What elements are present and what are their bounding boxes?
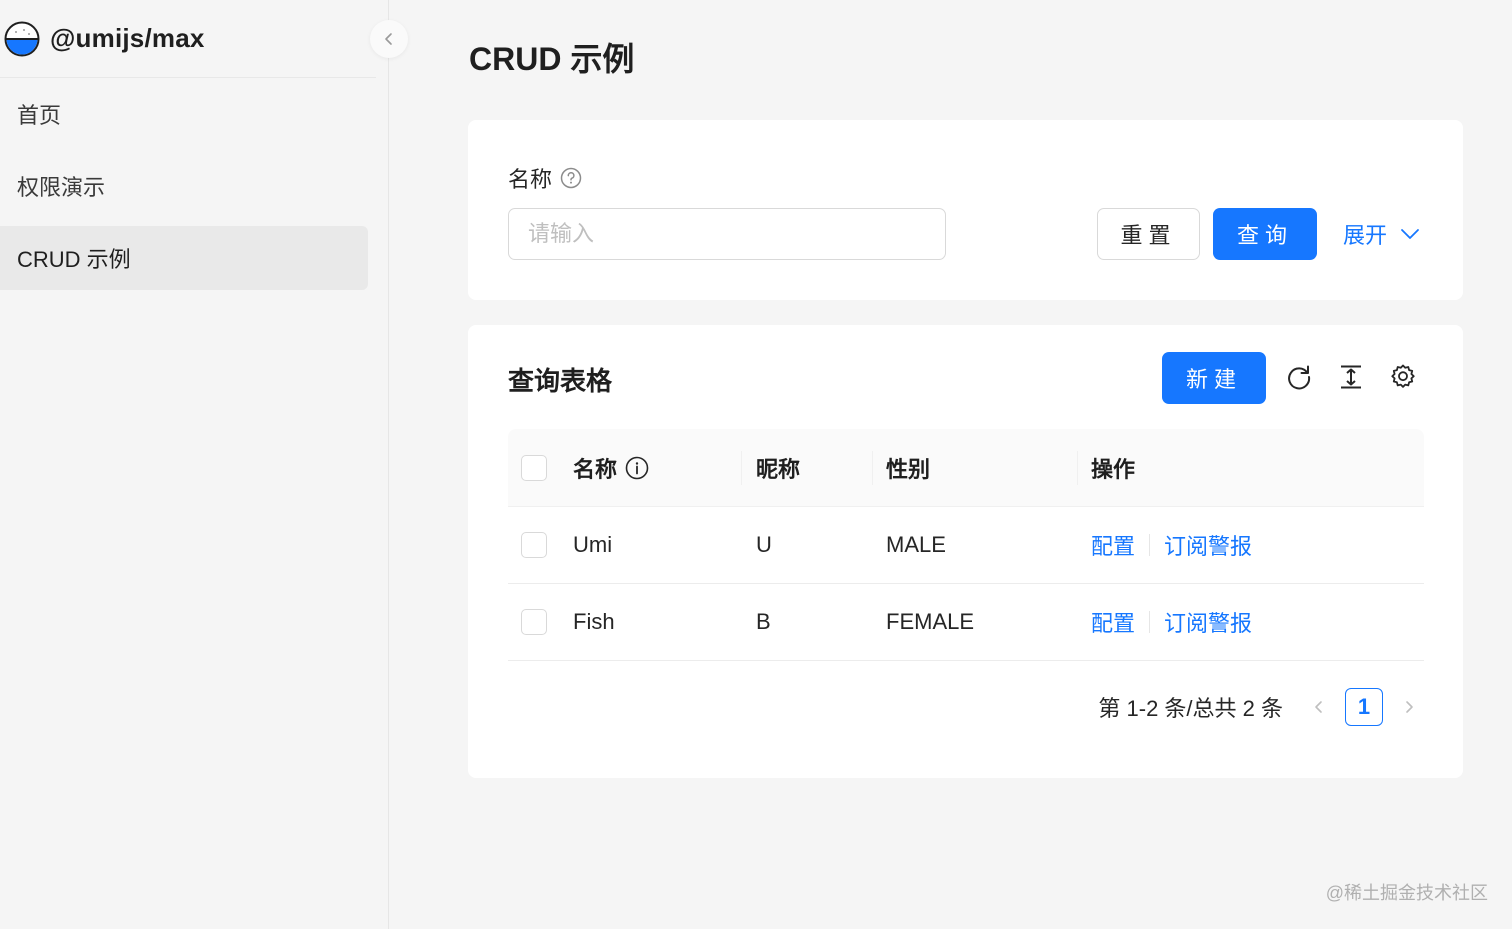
query-button[interactable]: 查询	[1213, 208, 1317, 260]
setting-icon	[1391, 364, 1415, 388]
cell-gender: FEMALE	[886, 609, 975, 634]
setting-button[interactable]	[1387, 361, 1419, 393]
prev-page-button[interactable]	[1305, 693, 1333, 721]
page-title: CRUD 示例	[469, 41, 635, 77]
row-checkbox[interactable]	[521, 532, 547, 558]
cell-name: Umi	[573, 532, 613, 557]
field-label-text: 名称	[508, 167, 553, 192]
header-label: 操作	[1091, 456, 1136, 482]
column-divider	[872, 451, 873, 485]
column-divider	[741, 451, 742, 485]
expand-toggle[interactable]: 展开	[1343, 208, 1421, 260]
chevron-left-icon	[385, 33, 392, 45]
table-row: Fish B FEMALE 配置 订阅警报	[508, 584, 1424, 661]
query-button-label: 查询	[1236, 223, 1293, 248]
column-divider	[1077, 451, 1078, 485]
sidebar-item-label: 首页	[17, 103, 62, 128]
info-circle-icon[interactable]	[625, 456, 649, 480]
column-height-icon	[1341, 365, 1361, 389]
header-cell-name: 名称	[573, 452, 756, 484]
chevron-down-icon	[1401, 229, 1419, 239]
data-table: 名称 昵称 性别 操作 Umi U MALE 配置 订阅警报 Fish B FE…	[508, 429, 1424, 661]
reset-button[interactable]: 重置	[1097, 208, 1200, 260]
name-field-label: 名称	[508, 162, 582, 194]
action-divider	[1149, 534, 1151, 556]
row-checkbox[interactable]	[521, 609, 547, 635]
cell-nickname: B	[756, 609, 771, 634]
row-checkbox-cell	[508, 609, 573, 635]
table-row: Umi U MALE 配置 订阅警报	[508, 507, 1424, 584]
subscribe-alert-link[interactable]: 订阅警报	[1164, 529, 1252, 561]
sidebar-item-home[interactable]: 首页	[0, 82, 368, 146]
header-cell-nickname: 昵称	[756, 452, 886, 484]
header-cell-actions: 操作	[1091, 452, 1424, 484]
reload-icon	[1288, 365, 1311, 390]
app-root: @umijs/max 首页 权限演示 CRUD 示例 CRUD 示例 名称 请输…	[0, 0, 1512, 929]
header-checkbox-cell	[508, 454, 573, 481]
main-content: CRUD 示例 名称 重置 查询 展开	[389, 0, 1512, 929]
cell-actions: 配置 订阅警报	[1091, 529, 1424, 561]
config-link[interactable]: 配置	[1091, 529, 1135, 561]
cell-nickname: U	[756, 532, 772, 557]
reload-button[interactable]	[1283, 361, 1315, 393]
select-all-checkbox[interactable]	[521, 454, 547, 481]
umi-logo-icon	[4, 21, 40, 56]
reset-button-label: 重置	[1120, 223, 1177, 248]
table-header-row: 名称 昵称 性别 操作	[508, 429, 1424, 507]
brand-title: @umijs/max	[50, 23, 205, 53]
next-page-button[interactable]	[1395, 693, 1423, 721]
cell-actions: 配置 订阅警报	[1091, 606, 1424, 638]
chevron-left-icon	[1315, 701, 1322, 713]
chevron-right-icon	[1406, 701, 1413, 713]
header-label: 昵称	[756, 456, 801, 482]
header-label: 性别	[886, 456, 931, 482]
new-button[interactable]: 新建	[1162, 352, 1266, 404]
row-checkbox-cell	[508, 532, 573, 558]
table-card: 查询表格 新建 名称 昵称 性别 操作 Umi U MALE 配置 订阅警报 F…	[468, 325, 1463, 778]
page-number-button[interactable]: 1	[1345, 688, 1383, 726]
sidebar-item-access[interactable]: 权限演示	[0, 154, 368, 218]
expand-label: 展开	[1343, 223, 1388, 248]
sidebar: @umijs/max 首页 权限演示 CRUD 示例	[0, 0, 389, 929]
new-button-label: 新建	[1185, 367, 1242, 392]
table-title: 查询表格	[508, 366, 613, 396]
question-circle-icon[interactable]	[560, 167, 582, 189]
cell-name: Fish	[573, 609, 615, 634]
sidebar-item-label: CRUD 示例	[17, 247, 131, 272]
sidebar-item-label: 权限演示	[17, 175, 106, 200]
search-form-card: 名称 重置 查询 展开	[468, 120, 1463, 300]
pagination-total: 第 1-2 条/总共 2 条	[1098, 696, 1283, 721]
sidebar-menu: 首页 权限演示 CRUD 示例	[0, 82, 388, 290]
cell-gender: MALE	[886, 532, 946, 557]
action-divider	[1149, 611, 1151, 633]
watermark: @稀土掘金技术社区	[1325, 883, 1488, 903]
sidebar-collapse-button[interactable]	[370, 20, 408, 58]
config-link[interactable]: 配置	[1091, 606, 1135, 638]
name-search-input[interactable]	[508, 208, 946, 260]
pagination: 第 1-2 条/总共 2 条 1	[1098, 687, 1423, 727]
header-cell-gender: 性别	[886, 452, 1091, 484]
header-label: 名称	[573, 456, 618, 482]
subscribe-alert-link[interactable]: 订阅警报	[1164, 606, 1252, 638]
density-button[interactable]	[1335, 361, 1367, 393]
sidebar-item-crud[interactable]: CRUD 示例	[0, 226, 368, 290]
brand[interactable]: @umijs/max	[0, 0, 376, 78]
